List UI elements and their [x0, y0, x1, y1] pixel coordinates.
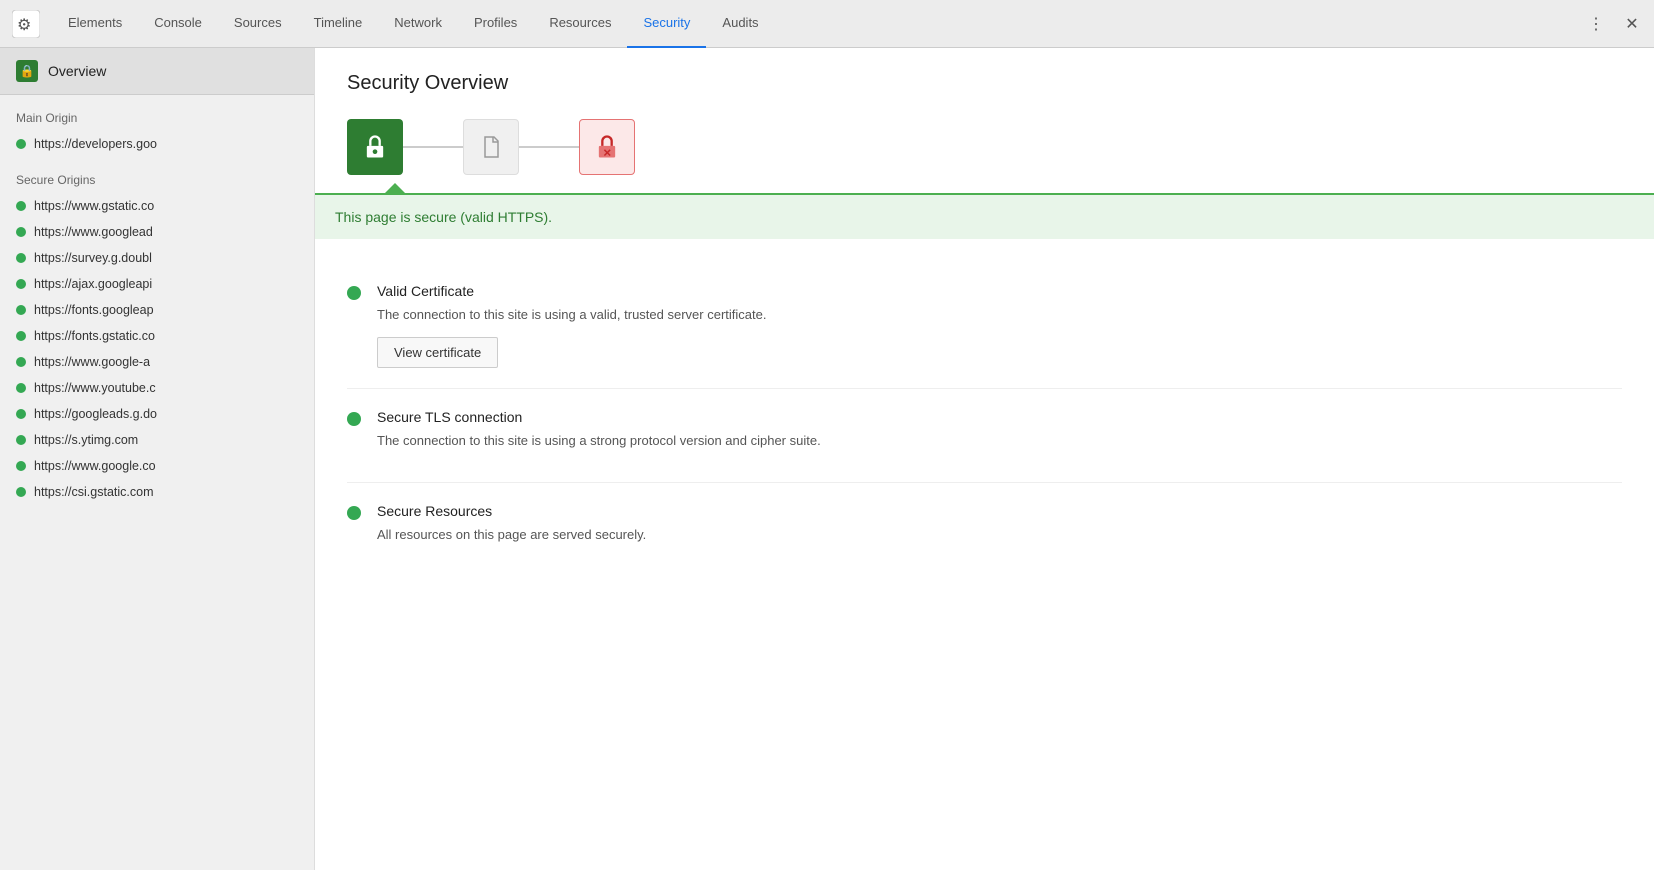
origin-dot — [16, 305, 26, 315]
origin-url: https://www.google-a — [34, 355, 150, 369]
tls-status-dot — [347, 412, 361, 426]
resources-content: Secure Resources All resources on this p… — [377, 503, 1622, 557]
sidebar-overview-item[interactable]: 🔒 Overview — [0, 48, 314, 95]
main-origin-header: Main Origin — [0, 95, 314, 131]
sidebar-item[interactable]: https://www.google-a — [0, 349, 314, 375]
secure-lock-node — [347, 119, 403, 175]
sidebar-item[interactable]: https://www.googlead — [0, 219, 314, 245]
origin-dot — [16, 331, 26, 341]
connector-line-2 — [519, 146, 579, 148]
resources-title: Secure Resources — [377, 503, 1622, 519]
tab-audits[interactable]: Audits — [706, 0, 774, 48]
origin-url: https://www.gstatic.co — [34, 199, 154, 213]
origin-url: https://fonts.gstatic.co — [34, 329, 155, 343]
status-banner: This page is secure (valid HTTPS). — [315, 193, 1654, 239]
sidebar-item[interactable]: https://survey.g.doubl — [0, 245, 314, 271]
overview-lock-icon: 🔒 — [16, 60, 38, 82]
tab-security[interactable]: Security — [627, 0, 706, 48]
origin-url: https://www.youtube.c — [34, 381, 156, 395]
origin-dot — [16, 253, 26, 263]
origin-url: https://ajax.googleapi — [34, 277, 152, 291]
sidebar-item[interactable]: https://www.gstatic.co — [0, 193, 314, 219]
origin-dot — [16, 383, 26, 393]
sidebar-item[interactable]: https://fonts.googleap — [0, 297, 314, 323]
page-title: Security Overview — [347, 72, 1622, 95]
tls-description: The connection to this site is using a s… — [377, 431, 1622, 451]
main-content: Security Overview — [315, 48, 1654, 870]
tls-content: Secure TLS connection The connection to … — [377, 409, 1622, 463]
origin-dot — [16, 201, 26, 211]
origin-dot — [16, 461, 26, 471]
sidebar-item[interactable]: https://googleads.g.do — [0, 401, 314, 427]
document-node — [463, 119, 519, 175]
origin-url: https://www.google.co — [34, 459, 156, 473]
content-inner: Security Overview — [315, 48, 1654, 601]
certificate-section: Valid Certificate The connection to this… — [347, 263, 1622, 389]
sidebar-item[interactable]: https://s.ytimg.com — [0, 427, 314, 453]
sidebar-item[interactable]: https://csi.gstatic.com — [0, 479, 314, 505]
sidebar-item[interactable]: https://www.google.co — [0, 453, 314, 479]
tab-resources[interactable]: Resources — [533, 0, 627, 48]
origin-url: https://fonts.googleap — [34, 303, 154, 317]
sidebar-item[interactable]: https://www.youtube.c — [0, 375, 314, 401]
tls-section: Secure TLS connection The connection to … — [347, 389, 1622, 484]
certificate-description: The connection to this site is using a v… — [377, 305, 1622, 325]
certificate-title: Valid Certificate — [377, 283, 1622, 299]
resources-section: Secure Resources All resources on this p… — [347, 483, 1622, 577]
more-options-button[interactable]: ⋮ — [1582, 10, 1610, 38]
sidebar-item[interactable]: https://ajax.googleapi — [0, 271, 314, 297]
sidebar-overview-label: Overview — [48, 63, 106, 79]
view-certificate-button[interactable]: View certificate — [377, 337, 498, 368]
origin-dot — [16, 435, 26, 445]
resources-description: All resources on this page are served se… — [377, 525, 1622, 545]
tab-profiles[interactable]: Profiles — [458, 0, 533, 48]
tab-network[interactable]: Network — [378, 0, 458, 48]
connector-line-1 — [403, 146, 463, 148]
origin-dot — [16, 409, 26, 419]
tab-elements[interactable]: Elements — [52, 0, 138, 48]
origin-dot — [16, 227, 26, 237]
svg-text:✕: ✕ — [603, 147, 612, 159]
origin-url: https://s.ytimg.com — [34, 433, 138, 447]
origin-url: https://googleads.g.do — [34, 407, 157, 421]
svg-text:⚙: ⚙ — [17, 17, 31, 34]
tab-timeline[interactable]: Timeline — [298, 0, 379, 48]
tab-sources[interactable]: Sources — [218, 0, 298, 48]
certificate-status-dot — [347, 286, 361, 300]
arrow-indicator — [367, 183, 1622, 193]
main-layout: 🔒 Overview Main Origin https://developer… — [0, 48, 1654, 870]
resources-status-dot — [347, 506, 361, 520]
origin-dot — [16, 139, 26, 149]
sidebar: 🔒 Overview Main Origin https://developer… — [0, 48, 315, 870]
secure-origins-header: Secure Origins — [0, 157, 314, 193]
origin-url: https://csi.gstatic.com — [34, 485, 153, 499]
main-origin-url: https://developers.goo — [34, 137, 157, 151]
close-button[interactable]: ✕ — [1618, 10, 1646, 38]
tls-title: Secure TLS connection — [377, 409, 1622, 425]
origin-url: https://www.googlead — [34, 225, 153, 239]
origin-dot — [16, 357, 26, 367]
sidebar-item[interactable]: https://fonts.gstatic.co — [0, 323, 314, 349]
insecure-lock-node: ✕ — [579, 119, 635, 175]
sidebar-main-origin[interactable]: https://developers.goo — [0, 131, 314, 157]
toolbar-actions: ⋮ ✕ — [1582, 10, 1646, 38]
certificate-content: Valid Certificate The connection to this… — [377, 283, 1622, 368]
origin-dot — [16, 279, 26, 289]
origin-url: https://survey.g.doubl — [34, 251, 152, 265]
security-diagram: ✕ — [347, 119, 1622, 175]
toolbar: ⚙ Elements Console Sources Timeline Netw… — [0, 0, 1654, 48]
status-text: This page is secure (valid HTTPS). — [335, 209, 552, 225]
origin-dot — [16, 487, 26, 497]
devtools-logo: ⚙ — [8, 6, 44, 42]
tab-console[interactable]: Console — [138, 0, 218, 48]
